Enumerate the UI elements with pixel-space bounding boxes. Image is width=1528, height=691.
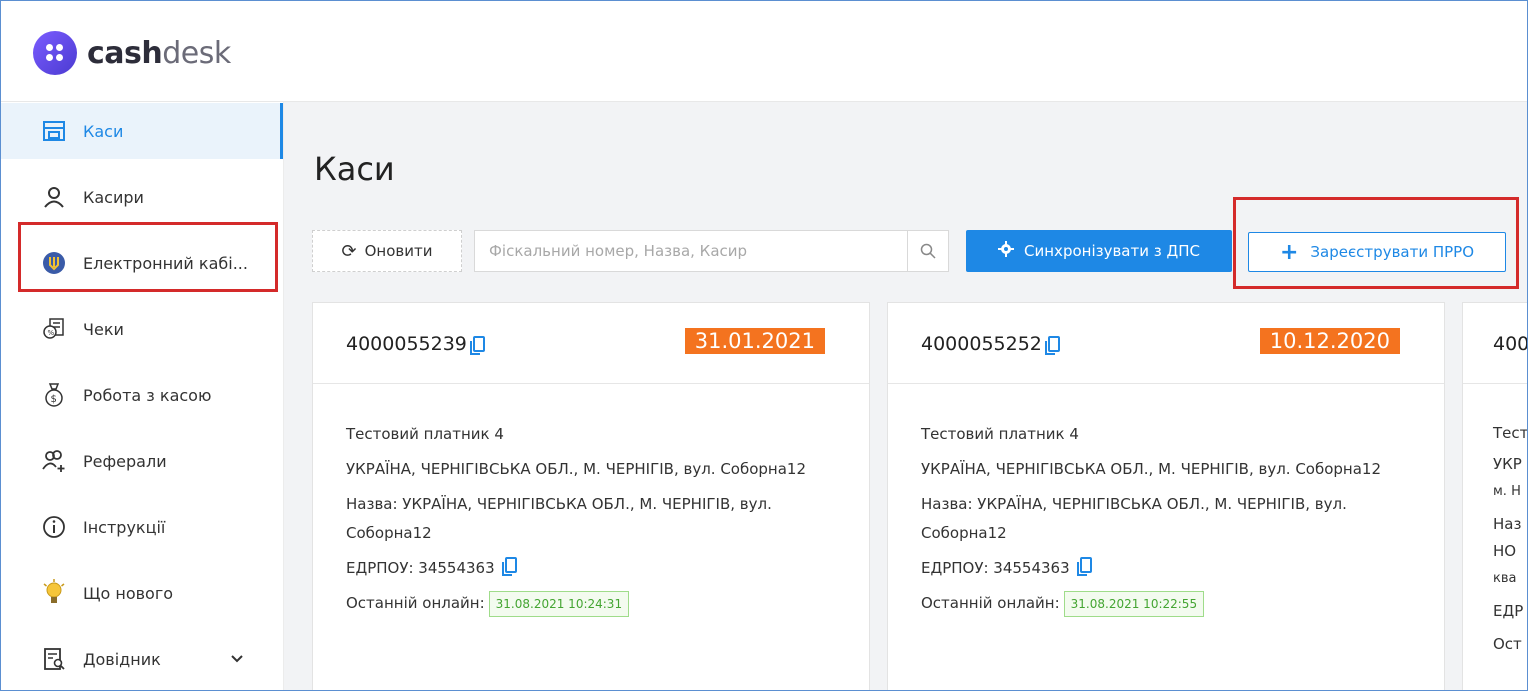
company-name: Тест [1493,424,1528,442]
add-user-icon [39,449,69,473]
fiscal-number-text: 4000055252 [921,333,1042,355]
copy-icon[interactable] [502,557,518,576]
sidebar-item-cheky[interactable]: % Чеки [1,301,283,357]
sidebar-item-label: Реферали [83,451,167,471]
sidebar-item-referrals[interactable]: Реферали [1,433,283,489]
receipts-icon: % [39,317,69,341]
search-button[interactable] [907,231,948,271]
lightbulb-icon [39,579,69,607]
logo-icon [33,31,77,75]
sidebar-item-reference[interactable]: Довідник [1,631,283,687]
copy-icon[interactable] [1044,336,1060,355]
sidebar: Каси Касири Електронний кабі... % Чеки $… [1,102,284,690]
date-badge: 31.01.2021 [684,328,825,354]
sidebar-item-kasyry[interactable]: Касири [1,169,283,225]
edrpou-text: ЕДРПОУ: 34554363 [346,559,495,577]
sidebar-item-kasy[interactable]: Каси [1,103,283,159]
chevron-down-icon [231,651,243,667]
last-online: Останній онлайн: 31.08.2021 10:22:55 [921,589,1444,618]
refresh-icon: ⟳ [341,240,357,262]
sync-dps-button[interactable]: Синхронізувати з ДПС [966,230,1232,272]
page-title: Каси [314,150,395,188]
top-header: cashdesk [1,1,1527,102]
sidebar-item-label: Касири [83,187,144,207]
card-body: Тест УКР м. Н Наз НО ква ЕДР Ост [1463,384,1528,658]
logo[interactable]: cashdesk [33,31,231,75]
card-header: 400 [1463,303,1528,384]
sidebar-item-cash-work[interactable]: $ Робота з касою [1,367,283,423]
cash-register-icon [39,121,69,141]
sidebar-item-label: Робота з касою [83,385,212,405]
fiscal-number-text: 400 [1493,333,1528,355]
sidebar-item-label: Каси [83,121,124,141]
sync-dps-label: Синхронізувати з ДПС [1024,242,1200,260]
logo-text-bold: cash [87,35,163,71]
logo-text: cashdesk [87,36,231,71]
info-icon [39,515,69,539]
sidebar-item-label: Що нового [83,583,174,603]
logo-text-thin: desk [162,35,231,71]
address-line-2: м. Н [1493,484,1521,499]
sidebar-item-label: Довідник [83,649,161,669]
card-body: Тестовий платник 4 УКРАЇНА, ЧЕРНІГІВСЬКА… [313,384,869,618]
cash-card[interactable]: 4000055239 31.01.2021 Тестовий платник 4… [312,302,870,690]
card-header: 4000055239 31.01.2021 [313,303,869,384]
fiscal-number-text: 4000055239 [346,333,467,355]
cash-card[interactable]: 400 Тест УКР м. Н Наз НО ква ЕДР Ост [1462,302,1528,690]
svg-text:%: % [48,329,55,337]
cash-name-line-3: ква [1493,571,1517,586]
edrpou: ЕДРПОУ: 34554363 [921,554,1444,583]
user-icon [39,186,69,208]
last-online-badge: 31.08.2021 10:24:31 [488,590,630,617]
edrpou-text: ЕДРПОУ: 34554363 [921,559,1070,577]
last-online-badge: 31.08.2021 10:22:55 [1063,590,1205,617]
ukraine-trident-icon [39,251,69,275]
edrpou: ЕДРПОУ: 34554363 [346,554,869,583]
reference-icon [39,647,69,671]
copy-icon[interactable] [1077,557,1093,576]
cash-name: Назва: УКРАЇНА, ЧЕРНІГІВСЬКА ОБЛ., М. ЧЕ… [346,495,772,542]
copy-icon[interactable] [469,336,485,355]
fiscal-number: 400 [1493,333,1528,355]
refresh-label: Оновити [364,242,433,260]
last-online-label: Останній онлайн: [346,594,485,612]
register-prro-button[interactable]: + Зареєструвати ПРРО [1248,232,1506,272]
search-input[interactable] [475,231,907,271]
svg-text:$: $ [51,394,57,405]
search-icon [920,243,936,259]
card-body: Тестовий платник 4 УКРАЇНА, ЧЕРНІГІВСЬКА… [888,384,1444,618]
address: УКРАЇНА, ЧЕРНІГІВСЬКА ОБЛ., М. ЧЕРНІГІВ,… [346,460,807,478]
card-header: 4000055252 10.12.2020 [888,303,1444,384]
sidebar-item-label: Чеки [83,319,124,339]
last-online-label: Ост [1493,635,1522,653]
sidebar-item-label: Електронний кабі... [83,253,248,273]
cash-name-line-2: НО [1493,542,1517,560]
cash-name-line-1: Наз [1493,515,1522,533]
last-online-label: Останній онлайн: [921,594,1060,612]
company-name: Тестовий платник 4 [921,425,1079,443]
sidebar-item-label: Інструкції [83,517,166,537]
gear-icon [998,241,1015,261]
plus-icon: + [1279,239,1299,265]
last-online: Останній онлайн: 31.08.2021 10:24:31 [346,589,869,618]
cash-card[interactable]: 4000055252 10.12.2020 Тестовий платник 4… [887,302,1445,690]
refresh-button[interactable]: ⟳ Оновити [312,230,462,272]
sidebar-item-electronic-cabinet[interactable]: Електронний кабі... [1,235,283,291]
register-prro-label: Зареєструвати ПРРО [1310,243,1475,261]
sidebar-item-whats-new[interactable]: Що нового [1,565,283,621]
fiscal-number: 4000055239 [346,333,485,355]
app-window: cashdesk Каси Касири Електронний кабі...… [0,0,1528,691]
edrpou: ЕДР [1493,602,1524,620]
fiscal-number: 4000055252 [921,333,1060,355]
address: УКРАЇНА, ЧЕРНІГІВСЬКА ОБЛ., М. ЧЕРНІГІВ,… [921,460,1382,478]
sidebar-item-instructions[interactable]: Інструкції [1,499,283,555]
company-name: Тестовий платник 4 [346,425,504,443]
address-line-1: УКР [1493,455,1522,473]
main-content: Каси ⟳ Оновити Синхронізувати з ДПС + За… [284,102,1528,690]
date-badge: 10.12.2020 [1259,328,1400,354]
money-bag-icon: $ [39,382,69,408]
search-box [474,230,949,272]
cash-name: Назва: УКРАЇНА, ЧЕРНІГІВСЬКА ОБЛ., М. ЧЕ… [921,495,1347,542]
